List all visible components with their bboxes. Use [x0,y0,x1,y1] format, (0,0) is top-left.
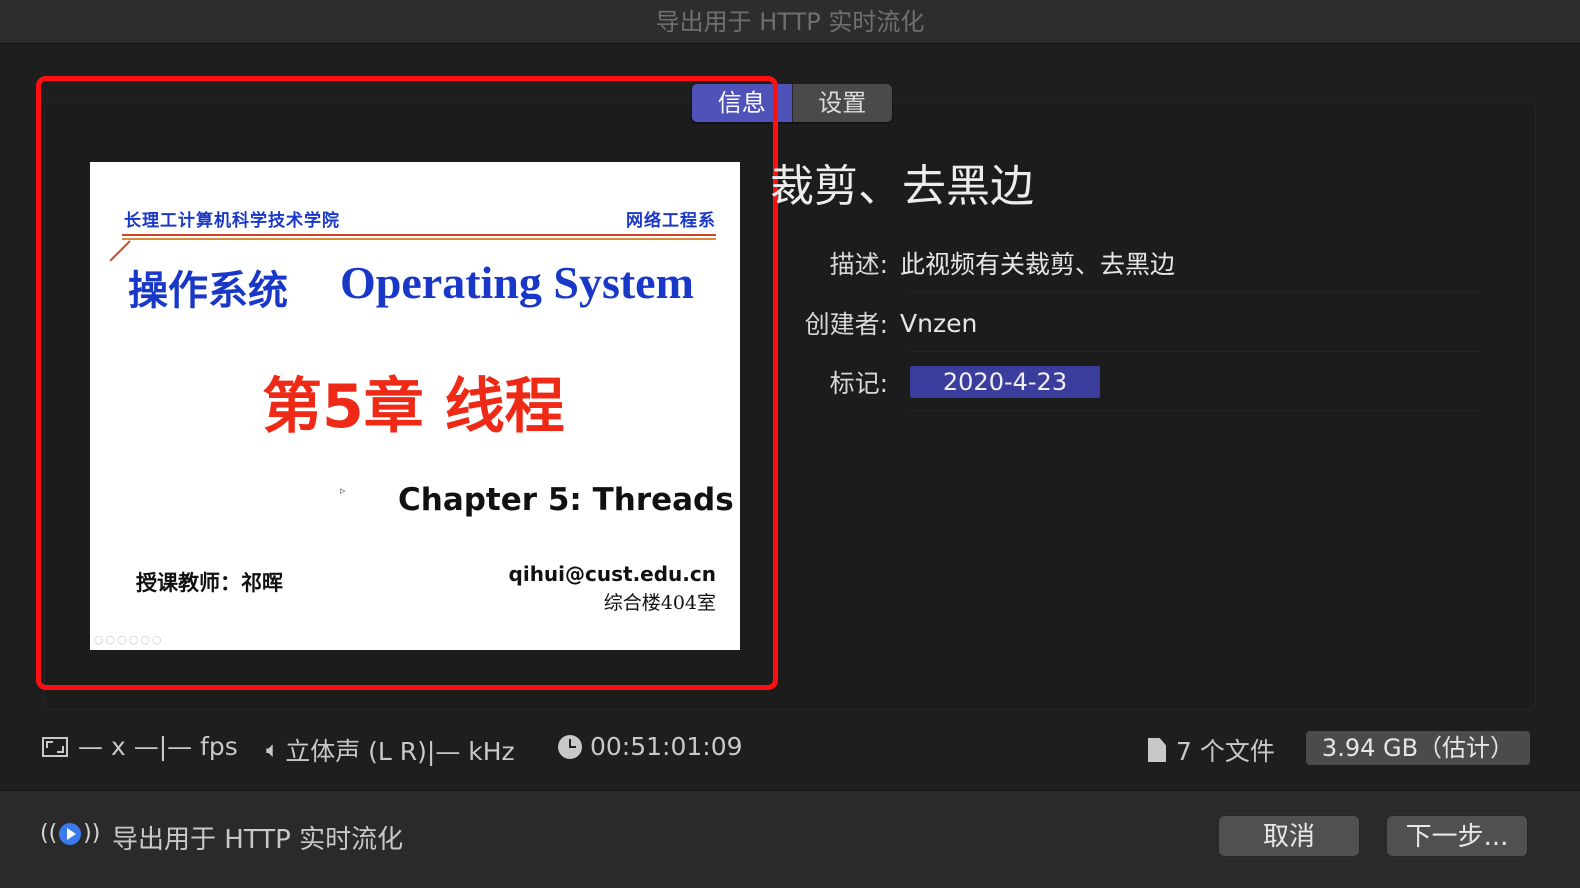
video-thumbnail: 长理工计算机科学技术学院 网络工程系 操作系统 Operating System… [90,162,740,650]
slide-email: qihui@cust.edu.cn [508,562,716,586]
speaker-icon: 🔈︎ [266,737,280,763]
tab-info[interactable]: 信息 [692,84,792,122]
field-creator: 创建者: Vnzen [790,300,1480,352]
resolution-text: — x —|— fps [78,732,238,761]
tab-settings[interactable]: 设置 [791,84,892,122]
export-dialog: 导出用于 HTTP 实时流化 信息 设置 长理工计算机科学技术学院 网络工程系 … [0,0,1580,888]
duration-stat: 00:51:01:09 [558,732,743,761]
clock-icon [558,734,582,759]
slide-controls-icon: ○○○○○○ [94,633,164,646]
audio-stat: 🔈︎ 立体声 (L R)|— kHz [266,732,515,768]
frame-size-icon [42,736,68,757]
play-icon [59,822,82,845]
field-creator-value[interactable]: Vnzen [900,309,977,338]
file-icon [1148,738,1166,762]
field-description-label: 描述: [829,250,888,279]
slide-chapter-en: Chapter 5: Threads [398,482,734,518]
duration-text: 00:51:01:09 [590,732,743,761]
files-stat: 7 个文件 [1148,732,1275,768]
field-tags: 标记: 2020-4-23 [790,359,1480,411]
tag-chip[interactable]: 2020-4-23 [910,366,1100,398]
slide-dept-left: 长理工计算机科学技术学院 [124,211,340,231]
slide-en-title: Operating System [340,257,694,308]
slide-room: 综合楼404室 [603,592,716,614]
size-estimate: 3.94 GB（估计） [1306,731,1530,765]
footer-bar: (()) 导出用于 HTTP 实时流化 取消 下一步... [0,790,1580,888]
files-text: 7 个文件 [1176,737,1275,766]
destination-label: 导出用于 HTTP 实时流化 [112,825,404,855]
broadcast-icon: (()) [40,821,101,846]
audio-text: 立体声 (L R)|— kHz [285,737,515,766]
slide-rule [122,234,716,236]
slide-rule-secondary [122,238,716,240]
slide-chapter-cn: 第5章 线程 [262,372,565,442]
window-title: 导出用于 HTTP 实时流化 [0,0,1580,44]
field-description: 描述: 此视频有关裁剪、去黑边 [790,240,1480,292]
tab-bar: 信息 设置 [692,84,892,122]
slide-teacher: 授课教师：祁晖 [136,570,283,595]
cursor-icon: ▹ [340,484,346,497]
next-button[interactable]: 下一步... [1386,815,1528,857]
field-tags-label: 标记: [829,369,888,398]
field-creator-label: 创建者: [804,310,888,339]
cancel-button[interactable]: 取消 [1218,815,1360,857]
resolution-stat: — x —|— fps [42,732,238,761]
slide-dept-right: 网络工程系 [626,211,716,231]
status-bar: — x —|— fps 🔈︎ 立体声 (L R)|— kHz 00:51:01:… [0,722,1580,778]
field-description-value[interactable]: 此视频有关裁剪、去黑边 [900,245,1175,281]
slide-cn-title: 操作系统 [128,268,288,314]
info-title[interactable]: 裁剪、去黑边 [770,150,1034,214]
